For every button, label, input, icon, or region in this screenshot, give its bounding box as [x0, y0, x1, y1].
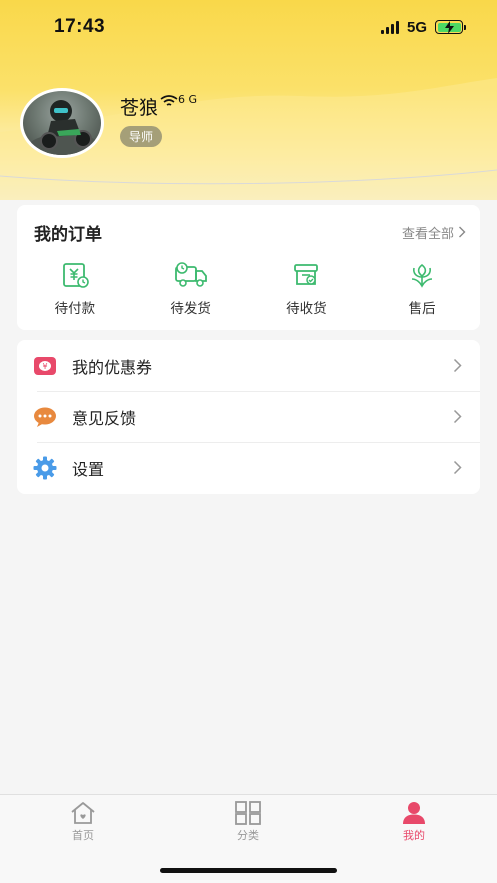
username-row: 苍狼 6 G	[120, 93, 197, 120]
orders-card: 我的订单 查看全部 待付款 待发货 待收货 售后	[17, 205, 480, 330]
after-sales-flower-icon	[412, 263, 433, 288]
coupon-icon: ¥	[33, 354, 57, 378]
orders-title: 我的订单	[34, 224, 102, 245]
status-indicators: 5G	[380, 18, 466, 36]
menu-item-settings[interactable]: 设置	[17, 442, 480, 493]
order-after-sales[interactable]: 售后	[367, 261, 477, 317]
order-label: 售后	[408, 301, 436, 317]
wifi-icon	[160, 95, 178, 106]
menu-label: 设置	[72, 459, 105, 479]
role-badge: 导师	[120, 126, 163, 147]
person-icon	[403, 802, 425, 824]
view-all-orders-link[interactable]: 查看全部	[402, 223, 466, 242]
shipping-truck-icon	[174, 262, 207, 287]
avatar[interactable]	[20, 88, 104, 158]
status-time: 17:43	[54, 16, 106, 37]
username-suffix-text: 6 G	[178, 93, 198, 106]
profile-text: 苍狼 6 G 导师	[120, 93, 197, 147]
order-status-row: 待付款 待发货 待收货 售后	[17, 249, 480, 317]
order-label: 待发货	[170, 301, 211, 317]
order-label: 待收货	[286, 301, 327, 317]
view-all-label: 查看全部	[401, 226, 454, 242]
network-type-label: 5G	[406, 18, 427, 36]
signal-strength-icon	[380, 20, 399, 34]
menu-card: ¥ 我的优惠券 意见反馈 设置	[17, 340, 480, 494]
tab-category[interactable]: 分类	[208, 801, 288, 843]
home-indicator	[160, 868, 337, 873]
order-label: 待付款	[54, 301, 96, 317]
tab-label: 分类	[237, 829, 259, 842]
tab-label: 首页	[72, 829, 94, 842]
order-to-ship[interactable]: 待发货	[136, 261, 246, 317]
menu-label: 意见反馈	[72, 408, 137, 428]
menu-label: 我的优惠券	[72, 357, 153, 377]
tab-mine[interactable]: 我的	[374, 801, 454, 843]
username: 苍狼	[120, 97, 159, 119]
grid-icon	[235, 801, 261, 825]
menu-item-feedback[interactable]: 意见反馈	[17, 391, 480, 442]
receive-box-icon	[294, 264, 319, 285]
chevron-right-icon	[453, 409, 462, 424]
battery-icon	[435, 20, 466, 34]
home-icon	[71, 802, 95, 824]
orders-header: 我的订单 查看全部	[17, 205, 480, 249]
menu-item-coupons[interactable]: ¥ 我的优惠券	[17, 340, 480, 391]
order-to-receive[interactable]: 待收货	[251, 261, 361, 317]
chevron-right-icon	[453, 460, 462, 475]
payment-pending-icon	[62, 263, 89, 288]
svg-text:¥: ¥	[42, 362, 47, 371]
gear-icon	[33, 456, 57, 480]
tab-label: 我的	[403, 829, 425, 842]
status-bar: 17:43 5G	[0, 0, 497, 54]
chevron-right-icon	[453, 358, 462, 373]
profile-section[interactable]: 苍狼 6 G 导师	[20, 88, 197, 158]
chat-bubble-icon	[33, 405, 57, 429]
username-suffix: 6 G	[160, 93, 197, 107]
chevron-right-icon	[459, 226, 466, 238]
tab-home[interactable]: 首页	[43, 801, 123, 843]
order-pending-payment[interactable]: 待付款	[20, 261, 130, 317]
